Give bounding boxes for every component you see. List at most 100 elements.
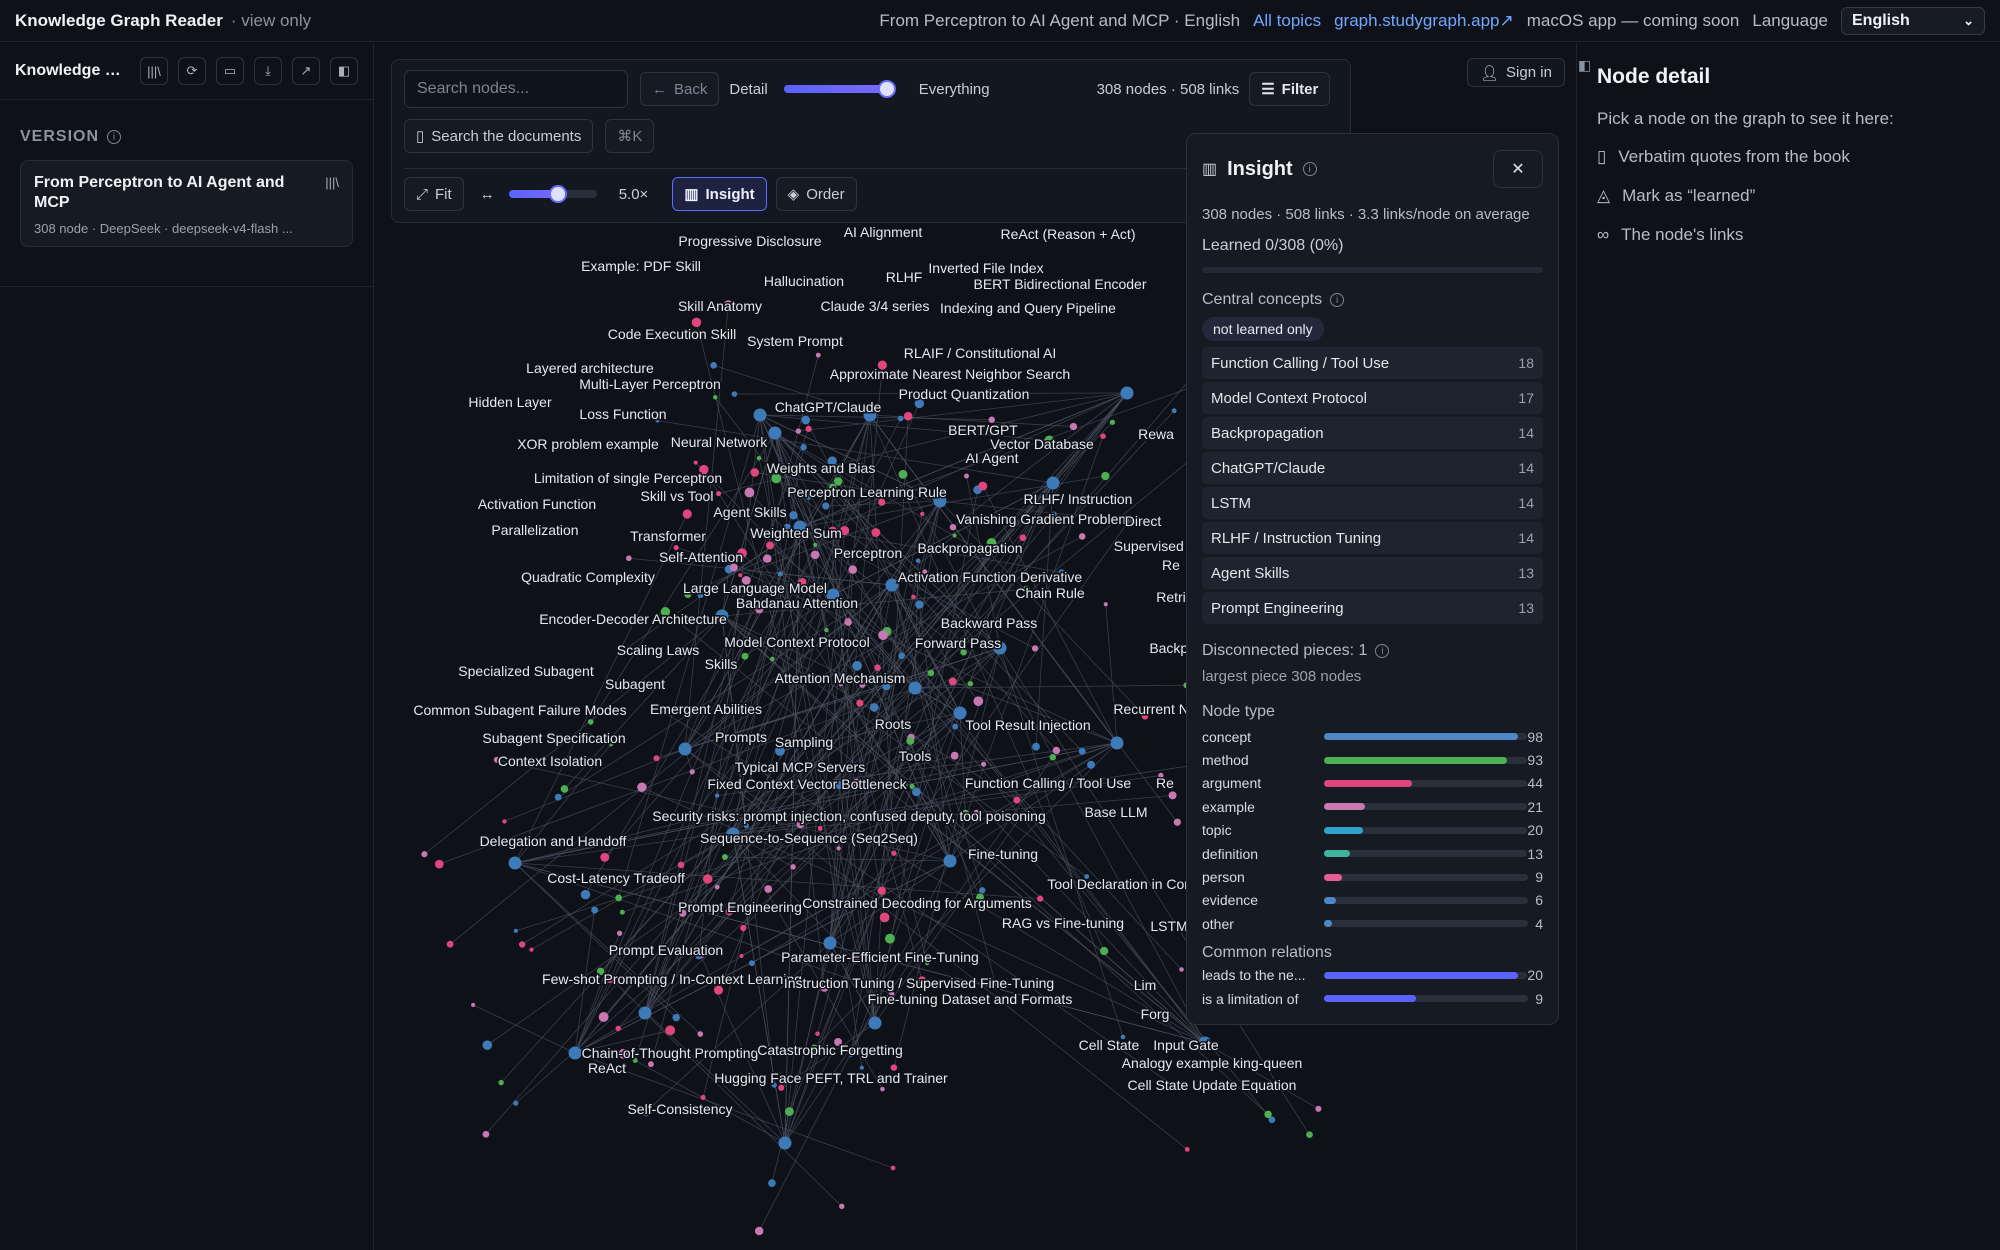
graph-node-label[interactable]: Input Gate — [1152, 1036, 1221, 1055]
graph-node[interactable] — [560, 785, 569, 793]
graph-node[interactable] — [731, 391, 738, 397]
graph-node[interactable] — [1031, 645, 1039, 652]
graph-node-label[interactable]: Cell State Update Equation — [1126, 1076, 1298, 1095]
graph-node[interactable] — [702, 874, 713, 884]
graph-node[interactable] — [777, 571, 783, 577]
node-type-row[interactable]: method 93 — [1202, 748, 1543, 771]
graph-node-label[interactable]: RLHF — [884, 268, 924, 287]
graph-node[interactable] — [764, 885, 773, 893]
graph-hub-node[interactable] — [678, 742, 692, 756]
graph-hub-node[interactable] — [638, 1006, 652, 1020]
graph-node[interactable] — [1099, 946, 1109, 956]
graph-node[interactable] — [625, 555, 632, 562]
order-button[interactable]: ◈ Order — [775, 177, 857, 211]
graph-node-label[interactable]: Inverted File Index — [927, 259, 1045, 278]
graph-node-label[interactable]: Approximate Nearest Neighbor Search — [828, 365, 1071, 384]
graph-node[interactable] — [952, 533, 957, 538]
graph-node[interactable] — [920, 511, 925, 516]
graph-hub-node[interactable] — [778, 1136, 792, 1150]
graph-node-label[interactable]: Cell State — [1077, 1036, 1141, 1055]
graph-node[interactable] — [805, 425, 812, 432]
graph-hub-node[interactable] — [823, 936, 837, 950]
graph-node[interactable] — [740, 924, 747, 932]
graph-node-label[interactable]: Backward Pass — [939, 614, 1038, 633]
graph-node[interactable] — [871, 528, 881, 537]
node-type-row[interactable]: concept 98 — [1202, 725, 1543, 748]
graph-node[interactable] — [591, 906, 599, 914]
collapse-sidebar-icon[interactable]: ◧ — [330, 57, 358, 85]
node-type-row[interactable]: person 9 — [1202, 865, 1543, 888]
graph-node-label[interactable]: Indexing and Query Pipeline — [939, 299, 1118, 318]
graph-node-label[interactable]: Subagent — [604, 675, 667, 694]
graph-node[interactable] — [739, 953, 744, 959]
graph-node-label[interactable]: RAG vs Fine-tuning — [1000, 914, 1125, 933]
graph-node-label[interactable]: AI Alignment — [842, 223, 924, 242]
relation-row[interactable]: is a limitation of 9 — [1202, 987, 1543, 1010]
sign-in-button[interactable]: 👤︎ Sign in — [1467, 58, 1565, 87]
graph-node-label[interactable]: Parameter-Efficient Fine-Tuning — [780, 948, 981, 967]
graph-node[interactable] — [973, 696, 984, 707]
graph-node-label[interactable]: BERT Bidirectional Encoder — [972, 275, 1148, 294]
insight-button[interactable]: ▥ Insight — [672, 177, 767, 211]
graph-node-label[interactable]: ChatGPT/Claude — [773, 398, 883, 417]
graph-node[interactable] — [434, 859, 444, 869]
graph-node-label[interactable]: Self-Attention — [657, 548, 744, 567]
graph-node[interactable] — [915, 558, 921, 564]
graph-node[interactable] — [948, 677, 957, 686]
graph-node[interactable] — [967, 680, 974, 687]
graph-node[interactable] — [754, 1226, 764, 1236]
concept-item[interactable]: Agent Skills 13 — [1202, 557, 1543, 589]
graph-node-label[interactable]: Parallelization — [490, 521, 580, 540]
graph-node[interactable] — [810, 550, 820, 560]
graph-node[interactable] — [762, 554, 772, 563]
graph-node[interactable] — [637, 782, 647, 792]
graph-node[interactable] — [498, 1079, 504, 1086]
graph-node[interactable] — [1100, 433, 1106, 439]
graph-node-label[interactable]: Skills — [703, 655, 739, 674]
graph-node-label[interactable]: Function Calling / Tool Use — [963, 774, 1132, 793]
graph-node[interactable] — [689, 769, 695, 775]
graph-node[interactable] — [1171, 408, 1177, 414]
graph-node-label[interactable]: System Prompt — [746, 332, 845, 351]
graph-node-label[interactable]: Sampling — [773, 733, 834, 752]
graph-node[interactable] — [518, 941, 526, 948]
graph-node[interactable] — [615, 1025, 622, 1032]
graph-node-label[interactable]: Hidden Layer — [467, 393, 554, 412]
graph-node[interactable] — [785, 1107, 794, 1116]
graph-node-label[interactable]: ReAct (Reason + Act) — [999, 225, 1137, 244]
graph-node[interactable] — [952, 723, 959, 730]
graph-node[interactable] — [912, 787, 921, 797]
graph-node[interactable] — [482, 1040, 493, 1050]
not-learned-filter-chip[interactable]: not learned only — [1202, 317, 1324, 341]
graph-node[interactable] — [513, 928, 519, 934]
graph-node[interactable] — [1087, 760, 1096, 769]
graph-node-label[interactable]: Skill Anatomy — [676, 297, 763, 316]
graph-node[interactable] — [598, 1012, 609, 1022]
graph-hub-node[interactable] — [1110, 736, 1124, 750]
download-icon[interactable]: ⤓ — [254, 57, 282, 85]
graph-node-label[interactable]: Perceptron — [832, 544, 903, 563]
graph-node[interactable] — [1306, 1131, 1313, 1139]
graph-node-label[interactable]: Catastrophic Forgetting — [756, 1041, 905, 1060]
graph-node[interactable] — [1109, 419, 1116, 425]
concept-item[interactable]: Backpropagation 14 — [1202, 417, 1543, 449]
graph-hub-node[interactable] — [768, 426, 782, 440]
graph-node-label[interactable]: Chain Rule — [1014, 584, 1086, 603]
graph-node-label[interactable]: Supervised F — [1112, 537, 1197, 556]
graph-node-label[interactable]: Multi-Layer Perceptron — [578, 375, 723, 394]
graph-node[interactable] — [800, 444, 807, 451]
graph-node-label[interactable]: Context Isolation — [496, 752, 603, 771]
graph-node[interactable] — [756, 455, 762, 461]
graph-node-label[interactable]: Claude 3/4 series — [819, 297, 931, 316]
info-icon[interactable]: i — [1302, 162, 1317, 176]
graph-node-label[interactable]: LSTM — [1149, 917, 1189, 936]
graph-node[interactable] — [744, 487, 755, 498]
graph-hub-node[interactable] — [753, 408, 767, 422]
comment-icon[interactable]: ▭ — [216, 57, 244, 85]
graph-node[interactable] — [700, 1094, 706, 1100]
graph-node-label[interactable]: Fine-tuning Dataset and Formats — [866, 990, 1074, 1009]
graph-node[interactable] — [927, 669, 935, 677]
graph-node[interactable] — [1103, 602, 1108, 607]
graph-node-label[interactable]: Delegation and Handoff — [478, 832, 628, 851]
graph-node-label[interactable]: Encoder-Decoder Architecture — [538, 610, 729, 629]
